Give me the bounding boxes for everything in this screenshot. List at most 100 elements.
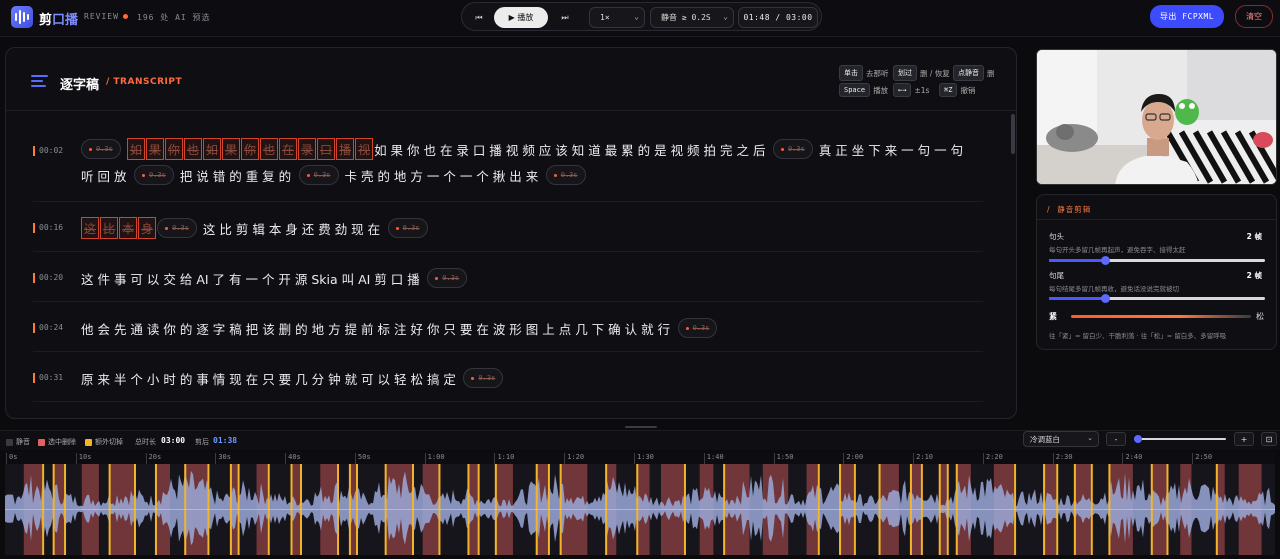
skip-forward-button[interactable]: ⏭ [552,7,578,28]
skip-back-button[interactable]: ⏮ [466,7,492,28]
kept-words[interactable]: 原 来 半 个 小 时 的 事 情 现 在 只 要 几 分 钟 就 可 以 轻 … [81,369,456,388]
cut-word[interactable]: 你 [164,138,183,160]
cut-word[interactable]: 如 [202,138,221,160]
kept-words[interactable]: 他 会 先 通 读 你 的 逐 字 稿 把 该 删 的 地 方 提 前 标 注 … [81,319,670,338]
head-slider[interactable] [1049,256,1265,265]
silence-chip[interactable]: 0.3s [81,139,121,159]
shortcut-key: Space [839,83,871,97]
silence-chip[interactable]: 0.3s [772,139,813,159]
cut-word[interactable]: 比 [100,217,119,239]
cut-word[interactable]: 这 [81,217,100,239]
ruler-tick: 2:10 [913,453,933,464]
brand-part1: 剪 [39,13,53,28]
cut-word[interactable]: 口 [317,138,336,160]
transcript-line: 他 会 先 通 读 你 的 逐 字 稿 把 该 删 的 地 方 提 前 标 注 … [81,316,723,340]
transcript-row[interactable]: 00:31 原 来 半 个 小 时 的 事 情 现 在 只 要 几 分 钟 就 可… [33,352,983,402]
kept-words[interactable]: 真 正 坐 下 来 一 句 一 句 [819,140,963,159]
cut-word[interactable]: 在 [278,138,297,160]
app-logo-icon [11,6,33,28]
play-button[interactable]: ▶ 播放 [494,7,548,28]
transcript-header: 逐字稿 / TRANSCRIPT 单击 去那听 划过删 / 恢复 点静音删 Space 播… [6,48,1016,111]
kept-words[interactable]: 这 比 剪 辑 本 身 还 费 劲 现 在 [203,219,380,238]
cut-word[interactable]: 身 [138,217,157,239]
export-button[interactable]: 导出 FCPXML [1150,5,1224,28]
ruler-tick: 2:50 [1192,453,1212,464]
waveform-theme-select[interactable]: 冷调蓝白 ⌄ [1023,431,1099,447]
cut-word[interactable]: 也 [259,138,278,160]
legend-silence: 静音 [6,437,30,447]
clear-button[interactable]: 清空 [1235,5,1273,28]
resize-handle[interactable] [625,426,657,428]
row-timestamp[interactable]: 00:20 [33,273,78,283]
cut-word[interactable]: 视 [355,138,374,160]
ruler-tick: 1:30 [634,453,654,464]
silence-chip[interactable]: 0.3s [463,368,504,388]
transcript-row[interactable]: 00:24 他 会 先 通 读 你 的 逐 字 稿 把 该 删 的 地 方 提 前… [33,302,983,352]
transcript-list[interactable]: 00:02 0.3s 如果你也如果你也在录口播视如 果 你 也 在 录 口 播 视 … [6,112,1006,418]
tail-slider[interactable] [1049,294,1265,303]
speed-select[interactable]: 1× ⌄ [589,7,645,28]
head-label: 句头 [1049,232,1064,241]
shortcut-desc: 撤销 [960,85,976,95]
silence-chip[interactable]: 0.3s [157,218,197,238]
transcript-row[interactable]: 00:20 这 件 事 可 以 交 给 AI 了 有 一 个 开 源 Skia 叫… [33,252,983,302]
cut-word[interactable]: 果 [221,138,240,160]
transcript-row[interactable]: 00:16 这比本身 0.3s 这 比 剪 辑 本 身 还 费 劲 现 在 0.3s [33,202,983,252]
transcript-line: 0.3s 如果你也如果你也在录口播视如 果 你 也 在 录 口 播 视 频 应 该… [81,137,971,161]
silence-dot-icon [435,276,439,280]
silence-chip[interactable]: 0.3s [545,165,586,185]
kept-words[interactable]: 把 说 错 的 重 复 的 [180,166,291,185]
cut-word[interactable]: 录 [298,138,317,160]
silence-chip[interactable]: 0.3s [133,165,174,185]
ruler-tick: 30s [215,453,231,464]
trim-title: / 静音剪辑 [1047,205,1092,214]
silence-threshold-value: 静音 ≥ 0.2S [661,13,711,22]
silence-chip[interactable]: 0.3s [427,268,468,288]
video-frame-image [1037,50,1276,184]
shortcut-key: ←→ [893,83,912,97]
zoom-knob[interactable] [1134,435,1142,443]
transcript-list-icon [31,75,48,87]
legend-selected-label: 选中删除 [48,438,76,446]
zoom-in-button[interactable]: + [1234,432,1254,446]
silence-chip[interactable]: 0.3s [387,218,428,238]
tail-slider-knob[interactable] [1101,294,1111,303]
shortcut-item: ⌘Z 撤销 [939,83,979,97]
head-slider-knob[interactable] [1101,256,1111,265]
cut-word[interactable]: 如 [126,138,145,160]
row-timestamp[interactable]: 00:16 [33,223,78,233]
cut-word[interactable]: 你 [240,138,259,160]
zoom-out-button[interactable]: - [1106,432,1126,446]
row-timestamp[interactable]: 00:31 [33,373,78,383]
kept-words[interactable]: 这 件 事 可 以 交 给 AI 了 有 一 个 开 源 Skia 叫 AI 剪… [81,269,420,288]
shortcut-key: ⌘Z [939,83,958,97]
silence-duration: 0.3s [148,171,166,179]
silence-threshold-select[interactable]: 静音 ≥ 0.2S ⌄ [650,7,734,28]
waveform[interactable] [5,464,1275,555]
zoom-slider[interactable] [1134,435,1226,443]
silence-chip[interactable]: 0.3s [298,165,339,185]
video-preview[interactable] [1036,49,1277,185]
row-timestamp[interactable]: 00:02 [33,146,78,156]
kept-words[interactable]: 卡 壳 的 地 方 一 个 一 个 揪 出 来 [345,166,539,185]
silence-chip[interactable]: 0.3s [677,318,718,338]
silence-dot-icon [780,147,784,151]
app-brand: 剪口播 [39,9,78,28]
cut-word[interactable]: 本 [119,217,138,239]
cut-word[interactable]: 果 [145,138,164,160]
tail-value: 2 帧 [1246,271,1262,280]
transcript-row[interactable]: 00:02 0.3s 如果你也如果你也在录口播视如 果 你 也 在 录 口 播 视 … [33,126,983,202]
cut-word[interactable]: 也 [183,138,202,160]
total-duration-label: 总时长 [135,438,156,446]
kept-words[interactable]: 如 果 你 也 在 录 口 播 视 频 应 该 知 道 最 累 的 是 视 频 … [374,140,765,159]
row-timestamp[interactable]: 00:24 [33,323,78,333]
fit-view-button[interactable]: ⊡ [1261,432,1277,446]
tightness-bar[interactable] [1071,315,1251,318]
cut-word[interactable]: 播 [336,138,355,160]
chevron-down-icon: ⌄ [723,12,728,21]
silence-duration: 0.3s [560,171,578,179]
time-ruler[interactable]: 0s 10s 20s 30s 40s 50s 1:00 1:10 1:20 1:30 1:40 1:5… [5,452,1275,464]
transcript-panel: 逐字稿 / TRANSCRIPT 单击 去那听 划过删 / 恢复 点静音删 Space 播… [5,47,1017,419]
transcript-scrollbar[interactable] [1011,114,1015,154]
kept-words[interactable]: 听 回 放 [81,166,126,185]
